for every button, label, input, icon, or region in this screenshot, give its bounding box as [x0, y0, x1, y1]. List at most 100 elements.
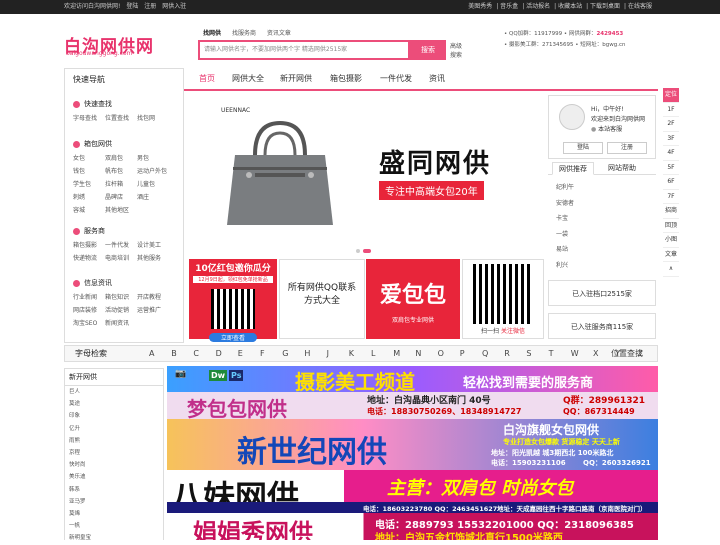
list-item[interactable]: 美乐迪	[69, 471, 163, 483]
letter-link[interactable]: D	[216, 346, 222, 361]
list-item[interactable]: 莫途	[69, 398, 163, 410]
nav-item[interactable]: 一件代发	[376, 68, 416, 89]
advanced-search-link[interactable]: 高级搜索	[450, 42, 464, 60]
new-shops-title: 新开网供	[65, 369, 163, 386]
site-domain: baigouwanggong.com	[66, 50, 133, 57]
hero-banner[interactable]: UEENNAC 盛同网供 专注中高端女包20年	[189, 95, 544, 255]
top-link[interactable]: 收藏本站	[558, 3, 582, 10]
list-item[interactable]: 巨人	[69, 386, 163, 398]
letter-link[interactable]: K	[349, 346, 354, 361]
list-item[interactable]: 纪利午	[556, 180, 574, 196]
search-tab[interactable]: 找服务商	[229, 28, 259, 37]
floor-nav-item[interactable]: 1F	[663, 103, 679, 117]
register-button[interactable]: 注册	[607, 142, 647, 154]
floor-nav-item[interactable]: 3F	[663, 132, 679, 146]
letter-link[interactable]: Q	[482, 346, 488, 361]
ad-banner-mengbaobao[interactable]: 梦包包网供 地址：白沟晶典小区南门 40号 Q群：289961321 电话：18…	[167, 392, 658, 419]
list-item[interactable]: 印象	[69, 410, 163, 422]
floor-nav-item[interactable]: 6F	[663, 175, 679, 190]
nav-item[interactable]: 箱包摄影	[326, 68, 366, 89]
list-item[interactable]: 一帆	[69, 520, 163, 532]
promo-hongbao[interactable]: 10亿红包邀你瓜分 12月9日起，领红包免单抢新品 立即查看	[189, 259, 277, 342]
list-item[interactable]: 一袋	[556, 227, 574, 243]
sidebar-group: 服务商 箱包摄影 一件代发 设计美工快递物流 电商培训 其他服务	[73, 227, 162, 262]
letter-link[interactable]: O	[438, 346, 444, 361]
quick-nav-sidebar: 快速查找 字母查找 位置查找 找包网 箱包网供 女包 双肩包 男包钱包 帆布包 运动户外包学…	[64, 91, 184, 343]
letter-link[interactable]: C	[193, 346, 199, 361]
banner-subtitle: 专注中高端女包20年	[379, 181, 484, 200]
letter-link[interactable]: M	[393, 346, 400, 361]
list-item[interactable]: 亚马罗	[69, 496, 163, 508]
carousel-dots[interactable]	[356, 247, 374, 255]
floor-nav-item[interactable]: 文章	[663, 248, 679, 262]
list-item[interactable]: 快时尚	[69, 459, 163, 471]
register-link[interactable]: 注册	[144, 3, 156, 10]
panel-tabs: 网供推荐 网站帮助	[548, 162, 656, 175]
location-search-link[interactable]: 位置查找	[611, 346, 643, 361]
scroll-up-icon[interactable]: ∧	[663, 262, 679, 277]
list-item[interactable]: 安德者	[556, 196, 574, 212]
top-link[interactable]: 下载到桌面	[590, 3, 620, 10]
floor-nav-item[interactable]: 回顶	[663, 219, 679, 233]
floor-nav-item[interactable]: 4F	[663, 146, 679, 161]
letter-link[interactable]: P	[460, 346, 465, 361]
nav-item[interactable]: 网供大全	[228, 68, 268, 89]
list-item[interactable]: 卡宝	[556, 211, 574, 227]
search-tab[interactable]: 资讯文章	[264, 28, 294, 37]
letter-link[interactable]: B	[171, 346, 177, 361]
service-link[interactable]: 本站客服	[598, 126, 622, 133]
ad-banner-photo[interactable]: 📷 Dw Ps 摄影美工频道 轻松找到需要的服务商	[167, 366, 658, 392]
letter-link[interactable]: E	[238, 346, 243, 361]
search-tab[interactable]: 找网供	[200, 28, 224, 37]
nav-item-home[interactable]: 首页	[194, 68, 220, 89]
top-link[interactable]: 音乐盒	[500, 3, 518, 10]
login-button[interactable]: 登陆	[563, 142, 603, 154]
list-item[interactable]: 利兴	[556, 258, 574, 274]
join-link[interactable]: 网供入驻	[162, 3, 186, 10]
letter-link[interactable]: R	[504, 346, 510, 361]
letter-link[interactable]: J	[327, 346, 329, 361]
letter-link[interactable]: N	[415, 346, 421, 361]
list-item[interactable]: 京程	[69, 447, 163, 459]
floor-nav-item[interactable]: 招商	[663, 204, 679, 219]
login-link[interactable]: 登陆	[126, 3, 138, 10]
ad-banner-juanjuanxiu[interactable]: 娟娟秀网供 电话：2889793 15532201000 QQ：23180963…	[167, 513, 658, 540]
search-input[interactable]: 请输入网供名字，不要加网供两个字 精选网供2515家	[198, 40, 410, 60]
search-button[interactable]: 搜索	[410, 40, 446, 60]
stat-shops: 已入驻档口2515家	[548, 280, 656, 306]
floor-nav-item[interactable]: 2F	[663, 117, 679, 132]
top-link[interactable]: 活动报名	[526, 3, 550, 10]
nav-item[interactable]: 资讯	[424, 68, 450, 89]
promo-wechat[interactable]: 扫一扫 关注微信	[462, 259, 544, 339]
list-item[interactable]: 雨熊	[69, 435, 163, 447]
letter-link[interactable]: W	[571, 346, 579, 361]
letter-link[interactable]: F	[260, 346, 265, 361]
letter-link[interactable]: G	[282, 346, 288, 361]
top-bar: 欢迎访问白沟网供网! 登陆 注册 网供入驻 美图秀秀 | 音乐盒 | 活动报名 | 收…	[0, 0, 720, 14]
top-link[interactable]: 美图秀秀	[468, 3, 492, 10]
floor-nav-item[interactable]: 7F	[663, 190, 679, 204]
group-icon	[73, 100, 80, 108]
list-item[interactable]: 亿升	[69, 423, 163, 435]
promo-aibaobao[interactable]: 爱包包 双肩包专业网供	[366, 259, 460, 339]
list-item[interactable]: 新明皇宝	[69, 532, 163, 544]
floor-nav-item[interactable]: 5F	[663, 161, 679, 175]
letter-link[interactable]: T	[549, 346, 554, 361]
letter-link[interactable]: L	[371, 346, 375, 361]
letter-link[interactable]: H	[304, 346, 310, 361]
floor-nav-item[interactable]: 定位	[663, 88, 679, 103]
tab-recommend[interactable]: 网供推荐	[552, 162, 594, 175]
top-link[interactable]: 在线客服	[628, 3, 652, 10]
tab-help[interactable]: 网站帮助	[602, 162, 642, 175]
floor-nav-item[interactable]: 小图	[663, 233, 679, 248]
list-item[interactable]: 韩系	[69, 484, 163, 496]
letter-link[interactable]: A	[149, 346, 154, 361]
promo-qq-list[interactable]: 所有网供QQ联系方式大全	[279, 259, 365, 339]
nav-item[interactable]: 新开网供	[276, 68, 316, 89]
list-item[interactable]: 易站	[556, 242, 574, 258]
ad-banner-xinshiji[interactable]: 新世纪网供 白沟旗舰女包网供 专业打造女包爆款 货源稳定 天天上新 地址：阳光凯…	[167, 419, 658, 470]
letter-link[interactable]: S	[526, 346, 531, 361]
list-item[interactable]: 莫烯	[69, 508, 163, 520]
ad-banner-bamei[interactable]: 八妹网供 主营：双肩包 时尚女包 电话：18603223780 QQ：24634…	[167, 470, 658, 513]
letter-link[interactable]: X	[593, 346, 598, 361]
